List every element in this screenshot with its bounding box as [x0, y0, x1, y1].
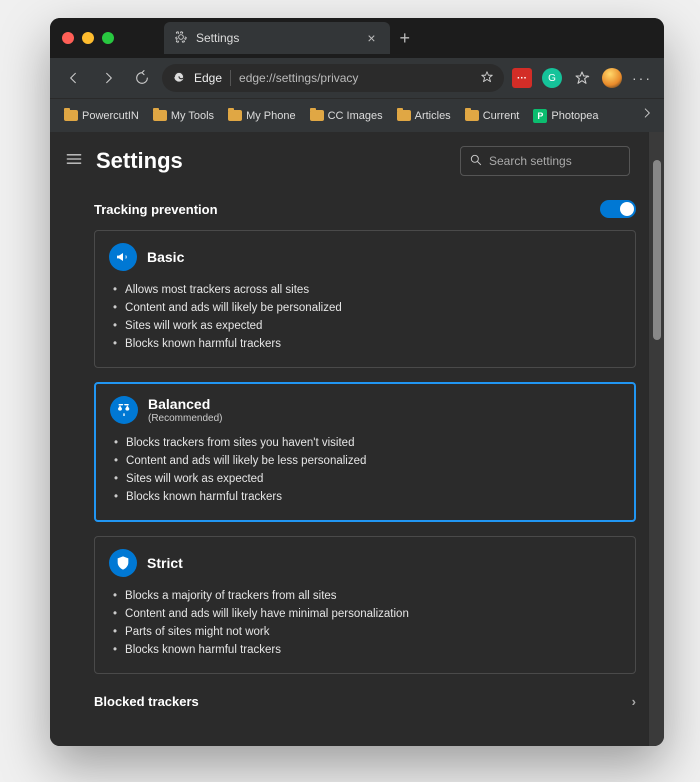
gear-icon [174, 30, 188, 47]
card-title: Strict [147, 555, 183, 571]
photopea-icon: P [533, 109, 547, 123]
bookmark-folder[interactable]: CC Images [306, 108, 387, 124]
tracking-card-strict[interactable]: Strict Blocks a majority of trackers fro… [94, 536, 636, 674]
bookmark-folder[interactable]: Current [461, 108, 524, 124]
bullet: Blocks known harmful trackers [114, 488, 620, 506]
page-header: Settings Search settings [50, 132, 648, 190]
bullet: Blocks trackers from sites you haven't v… [114, 434, 620, 452]
menu-icon[interactable] [64, 149, 84, 174]
scrollbar-thumb[interactable] [653, 160, 661, 340]
address-prefix: Edge [194, 71, 222, 85]
bookmark-label: My Tools [171, 110, 214, 122]
bullet: Content and ads will likely be personali… [113, 299, 621, 317]
browser-window: Settings × + Edge edge://settings/privac… [50, 18, 664, 746]
card-bullets: Blocks a majority of trackers from all s… [109, 587, 621, 659]
title-bar: Settings × + [50, 18, 664, 58]
settings-body: Tracking prevention Basic [50, 190, 648, 746]
folder-icon [310, 110, 324, 121]
bookmark-folder[interactable]: PowercutIN [60, 108, 143, 124]
bookmark-folder[interactable]: My Tools [149, 108, 218, 124]
folder-icon [228, 110, 242, 121]
card-title: Basic [147, 249, 184, 265]
toolbar: Edge edge://settings/privacy ··· G ··· [50, 58, 664, 98]
section-title: Tracking prevention [94, 202, 218, 217]
tracking-card-balanced[interactable]: Balanced (Recommended) Blocks trackers f… [94, 382, 636, 522]
card-bullets: Allows most trackers across all sites Co… [109, 281, 621, 353]
search-settings-input[interactable]: Search settings [460, 146, 630, 176]
bookmarks-bar: PowercutIN My Tools My Phone CC Images A… [50, 98, 664, 132]
scrollbar[interactable] [648, 132, 664, 746]
separator [230, 70, 231, 86]
bookmark-label: Articles [415, 110, 451, 122]
folder-icon [465, 110, 479, 121]
bullet: Content and ads will likely be less pers… [114, 452, 620, 470]
chevron-right-icon: › [632, 694, 636, 709]
page-content: Settings Search settings Tracking preven… [50, 132, 664, 746]
balance-icon [110, 396, 138, 424]
refresh-button[interactable] [128, 64, 156, 92]
profile-avatar-icon[interactable] [600, 66, 624, 90]
close-window-button[interactable] [62, 32, 74, 44]
bookmark-folder[interactable]: My Phone [224, 108, 300, 124]
folder-icon [153, 110, 167, 121]
bullet: Sites will work as expected [113, 317, 621, 335]
bookmark-label: My Phone [246, 110, 296, 122]
star-icon[interactable] [480, 70, 494, 87]
address-bar[interactable]: Edge edge://settings/privacy [162, 64, 504, 92]
search-icon [469, 153, 483, 170]
bullet: Blocks known harmful trackers [113, 641, 621, 659]
forward-button[interactable] [94, 64, 122, 92]
blocked-trackers-row[interactable]: Blocked trackers › [94, 688, 636, 709]
more-menu-button[interactable]: ··· [630, 66, 654, 90]
tab-title: Settings [196, 31, 239, 45]
back-button[interactable] [60, 64, 88, 92]
bookmark-site[interactable]: P Photopea [529, 107, 602, 125]
edge-logo-icon [172, 70, 186, 87]
bookmark-label: PowercutIN [82, 110, 139, 122]
tracking-prevention-toggle[interactable] [600, 200, 636, 218]
extension-grammarly-icon[interactable]: G [540, 66, 564, 90]
bullet: Parts of sites might not work [113, 623, 621, 641]
bookmark-label: Current [483, 110, 520, 122]
folder-icon [64, 110, 78, 121]
bullet: Allows most trackers across all sites [113, 281, 621, 299]
page-title: Settings [96, 148, 448, 174]
settings-page: Settings Search settings Tracking preven… [50, 132, 648, 746]
shield-icon [109, 549, 137, 577]
card-subtitle: (Recommended) [148, 413, 222, 424]
card-bullets: Blocks trackers from sites you haven't v… [110, 434, 620, 506]
browser-tab-settings[interactable]: Settings × [164, 22, 390, 54]
bullet: Content and ads will likely have minimal… [113, 605, 621, 623]
bookmarks-overflow-button[interactable] [640, 106, 654, 125]
bookmark-label: CC Images [328, 110, 383, 122]
row-label: Blocked trackers [94, 694, 199, 709]
traffic-lights [62, 32, 114, 44]
section-header-row: Tracking prevention [94, 190, 636, 230]
tracking-card-basic[interactable]: Basic Allows most trackers across all si… [94, 230, 636, 368]
bookmark-label: Photopea [551, 110, 598, 122]
extension-lastpass-icon[interactable]: ··· [510, 66, 534, 90]
search-placeholder: Search settings [489, 154, 572, 168]
new-tab-button[interactable]: + [400, 29, 411, 47]
address-url: edge://settings/privacy [239, 71, 358, 85]
bullhorn-icon [109, 243, 137, 271]
bullet: Blocks known harmful trackers [113, 335, 621, 353]
bullet: Sites will work as expected [114, 470, 620, 488]
maximize-window-button[interactable] [102, 32, 114, 44]
bullet: Blocks a majority of trackers from all s… [113, 587, 621, 605]
favorites-button[interactable] [570, 66, 594, 90]
folder-icon [397, 110, 411, 121]
minimize-window-button[interactable] [82, 32, 94, 44]
card-title: Balanced [148, 396, 222, 412]
bookmark-folder[interactable]: Articles [393, 108, 455, 124]
close-tab-icon[interactable]: × [367, 30, 375, 46]
